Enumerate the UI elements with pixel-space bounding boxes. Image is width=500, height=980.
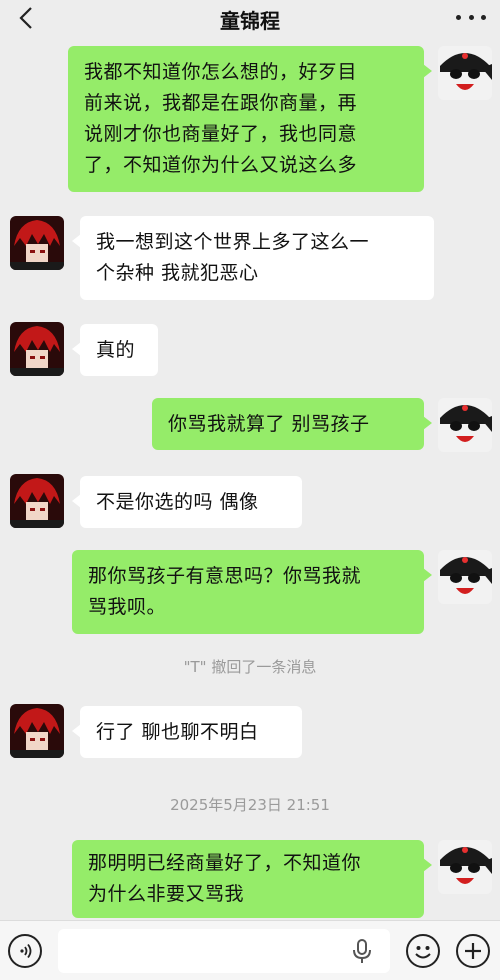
message-text: 那你骂孩子有意思吗？你骂我就 骂我呗。	[88, 565, 362, 618]
my-avatar[interactable]	[438, 46, 492, 100]
contact-message-bubble[interactable]: 真的	[72, 324, 158, 376]
emoji-button[interactable]	[406, 934, 440, 968]
voice-wave-icon	[20, 943, 32, 959]
my-avatar[interactable]	[438, 840, 492, 894]
my-avatar[interactable]	[438, 550, 492, 604]
plus-icon	[465, 943, 481, 959]
contact-avatar[interactable]	[10, 216, 64, 270]
my-message-bubble[interactable]: 那明明已经商量好了，不知道你 为什么非要又骂我	[72, 840, 432, 918]
contact-message-bubble[interactable]: 不是你选的吗 偶像	[72, 476, 302, 528]
message-text: 那明明已经商量好了，不知道你 为什么非要又骂我	[88, 852, 362, 905]
message-text: 我都不知道你怎么想的，好歹目 前来说，我都是在跟你商量，再 说刚才你也商量好了，…	[84, 61, 358, 176]
chat-header: 童锦程	[0, 0, 500, 36]
voice-toggle-button[interactable]	[8, 934, 42, 968]
contact-avatar[interactable]	[10, 704, 64, 758]
timestamp: 2025年5月23日 21:51	[170, 796, 330, 814]
input-bar	[0, 920, 500, 980]
message-text: 不是你选的吗 偶像	[96, 490, 259, 513]
message-text: 真的	[96, 338, 136, 361]
my-message-bubble[interactable]: 我都不知道你怎么想的，好歹目 前来说，我都是在跟你商量，再 说刚才你也商量好了，…	[68, 46, 432, 192]
my-avatar[interactable]	[438, 398, 492, 452]
message-text: 你骂我就算了 别骂孩子	[168, 412, 370, 435]
message-text: 行了 聊也聊不明白	[96, 720, 259, 743]
contact-message-bubble[interactable]: 我一想到这个世界上多了这么一 个杂种 我就犯恶心	[72, 216, 434, 300]
more-dots-icon	[456, 14, 461, 20]
chat-title: 童锦程	[220, 9, 280, 33]
my-message-bubble[interactable]: 你骂我就算了 别骂孩子	[152, 398, 432, 450]
microphone-icon[interactable]	[350, 938, 374, 964]
message-input[interactable]	[58, 929, 390, 973]
contact-avatar[interactable]	[10, 322, 64, 376]
message-text: 我一想到这个世界上多了这么一 个杂种 我就犯恶心	[96, 231, 370, 284]
recall-notice: "T" 撤回了一条消息	[183, 658, 317, 676]
smiley-icon	[415, 946, 431, 959]
contact-avatar[interactable]	[10, 474, 64, 528]
more-button[interactable]	[456, 10, 486, 24]
contact-message-bubble[interactable]: 行了 聊也聊不明白	[72, 706, 302, 758]
more-actions-button[interactable]	[456, 934, 490, 968]
my-message-bubble[interactable]: 那你骂孩子有意思吗？你骂我就 骂我呗。	[72, 550, 432, 634]
